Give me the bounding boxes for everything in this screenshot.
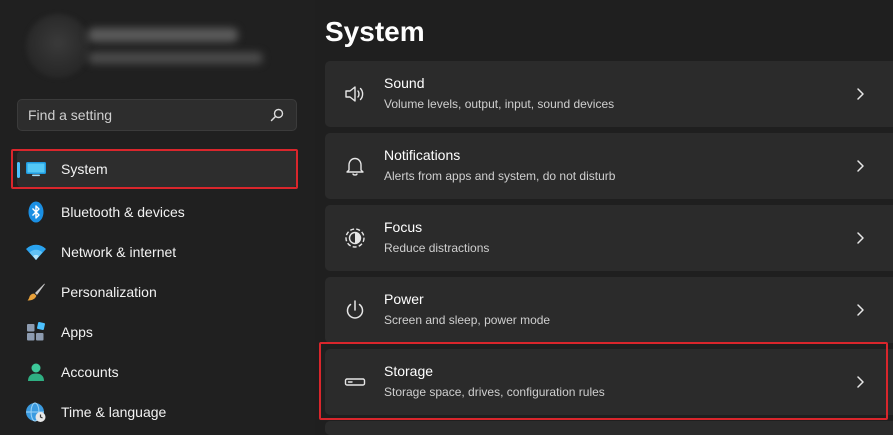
settings-card-focus[interactable]: Focus Reduce distractions [325,205,893,271]
search-box [17,99,297,131]
card-title: Power [384,291,424,307]
card-subtitle: Reduce distractions [384,241,490,255]
settings-card-partial[interactable] [325,421,893,435]
user-profile[interactable] [18,12,263,82]
card-title: Focus [384,219,423,235]
card-subtitle: Alerts from apps and system, do not dist… [384,169,616,183]
settings-card-notifications[interactable]: Notifications Alerts from apps and syste… [325,133,893,199]
sidebar-item-accounts[interactable]: Accounts [17,354,297,390]
highlight-box-storage [319,342,888,420]
sidebar-item-label: Personalization [61,284,157,300]
sidebar-item-network[interactable]: Network & internet [17,234,297,270]
highlight-box-system [11,149,298,189]
sidebar-item-apps[interactable]: Apps [17,314,297,350]
sidebar-item-label: Bluetooth & devices [61,204,185,220]
sidebar-item-label: Network & internet [61,244,177,260]
wifi-icon [26,244,46,260]
card-title: Notifications [384,147,461,163]
search-input[interactable] [18,100,258,130]
settings-card-sound[interactable]: Sound Volume levels, output, input, soun… [325,61,893,127]
sidebar-item-bluetooth[interactable]: Bluetooth & devices [17,194,297,230]
page-title: System [325,16,425,47]
settings-card-power[interactable]: Power Screen and sleep, power mode [325,277,893,343]
sidebar-item-time-language[interactable]: Time & language [17,394,297,430]
card-subtitle: Volume levels, output, input, sound devi… [384,97,615,111]
bell-icon [346,157,364,176]
sidebar-item-personalization[interactable]: Personalization [17,274,297,310]
focus-icon [345,228,365,248]
blurred-user-email [88,52,263,64]
person-icon [28,363,44,381]
paintbrush-icon [27,283,45,301]
sidebar: System Bluetooth & devices Network & int… [0,0,315,435]
card-subtitle: Screen and sleep, power mode [384,313,551,327]
chevron-right-icon [857,160,864,172]
speaker-icon [345,86,364,102]
search-icon[interactable] [270,108,284,122]
chevron-right-icon [857,304,864,316]
bluetooth-icon [28,201,44,223]
apps-icon [27,322,45,341]
chevron-right-icon [857,232,864,244]
chevron-right-icon [857,88,864,100]
sidebar-item-label: Accounts [61,364,119,380]
blurred-user-name [88,28,238,42]
sidebar-item-label: Apps [61,324,93,340]
globe-clock-icon [26,402,46,422]
avatar [26,14,90,78]
power-icon [346,300,364,319]
card-title: Sound [384,75,425,91]
sidebar-item-label: Time & language [61,404,167,420]
